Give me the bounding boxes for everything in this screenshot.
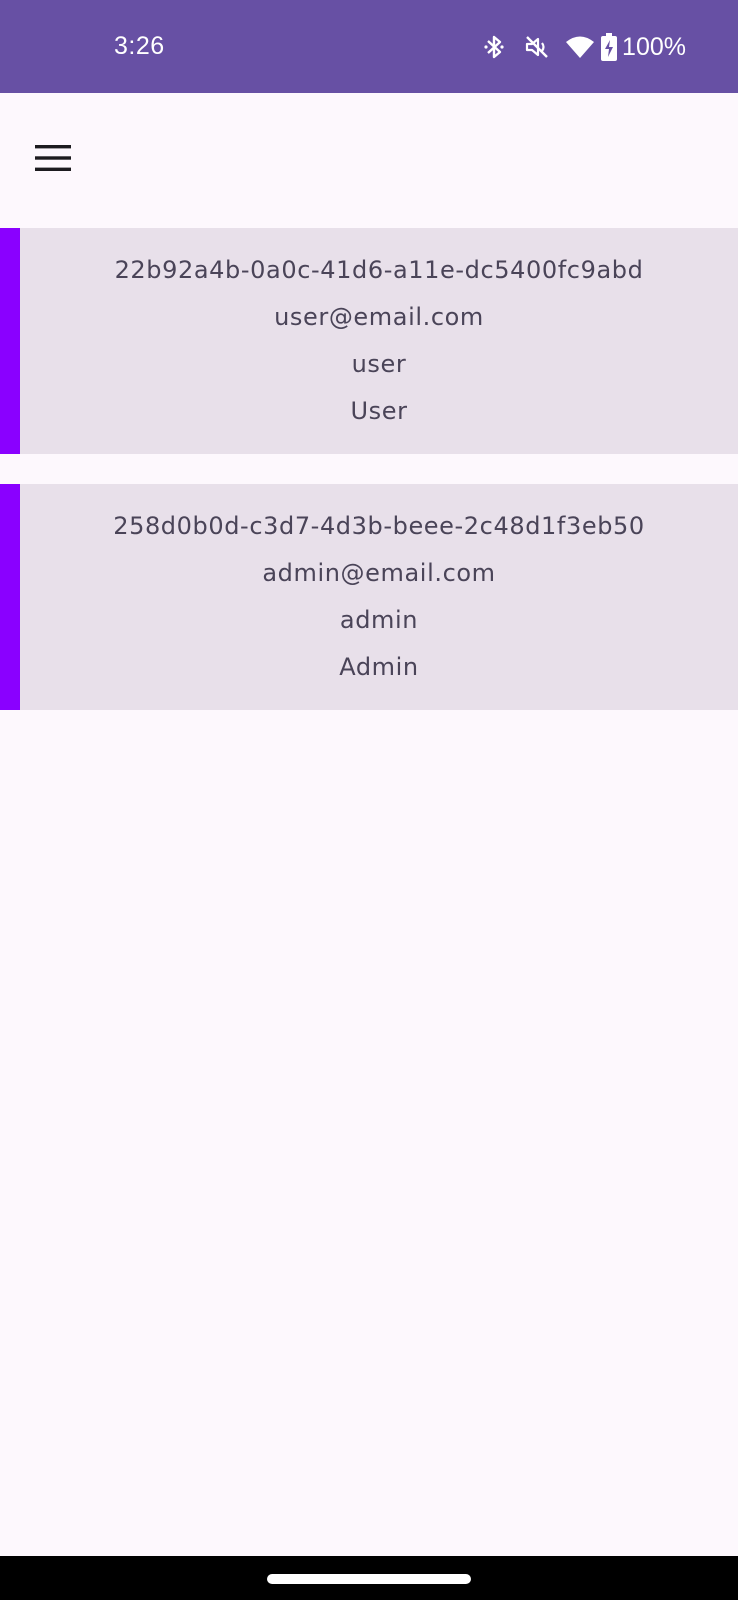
navigation-bar: [0, 1556, 738, 1600]
user-card[interactable]: 258d0b0d-c3d7-4d3b-beee-2c48d1f3eb50 adm…: [0, 484, 738, 710]
app-bar: [0, 93, 738, 228]
status-icons: 100%: [474, 30, 686, 64]
home-indicator[interactable]: [267, 1574, 471, 1584]
user-role: User: [350, 397, 408, 425]
user-email: user@email.com: [274, 303, 484, 331]
user-username: user: [351, 350, 407, 378]
user-list: 22b92a4b-0a0c-41d6-a11e-dc5400fc9abd use…: [0, 228, 738, 740]
card-content: 22b92a4b-0a0c-41d6-a11e-dc5400fc9abd use…: [20, 228, 738, 454]
card-content: 258d0b0d-c3d7-4d3b-beee-2c48d1f3eb50 adm…: [20, 484, 738, 710]
user-id: 258d0b0d-c3d7-4d3b-beee-2c48d1f3eb50: [113, 512, 645, 540]
mute-vibrate-off-icon: [514, 30, 560, 64]
battery-percentage: 100%: [622, 32, 686, 61]
hamburger-menu-icon: [35, 145, 71, 175]
status-bar: 3:26 100%: [0, 0, 738, 93]
status-time: 3:26: [114, 32, 165, 60]
user-card[interactable]: 22b92a4b-0a0c-41d6-a11e-dc5400fc9abd use…: [0, 228, 738, 454]
card-accent-bar: [0, 484, 20, 710]
user-id: 22b92a4b-0a0c-41d6-a11e-dc5400fc9abd: [114, 256, 644, 284]
wifi-icon: [560, 30, 600, 64]
battery-charging-icon: [600, 30, 618, 64]
menu-button[interactable]: [22, 129, 84, 191]
user-email: admin@email.com: [262, 559, 496, 587]
bluetooth-icon: [474, 30, 514, 64]
user-role: Admin: [339, 653, 419, 681]
card-accent-bar: [0, 228, 20, 454]
user-username: admin: [339, 606, 419, 634]
